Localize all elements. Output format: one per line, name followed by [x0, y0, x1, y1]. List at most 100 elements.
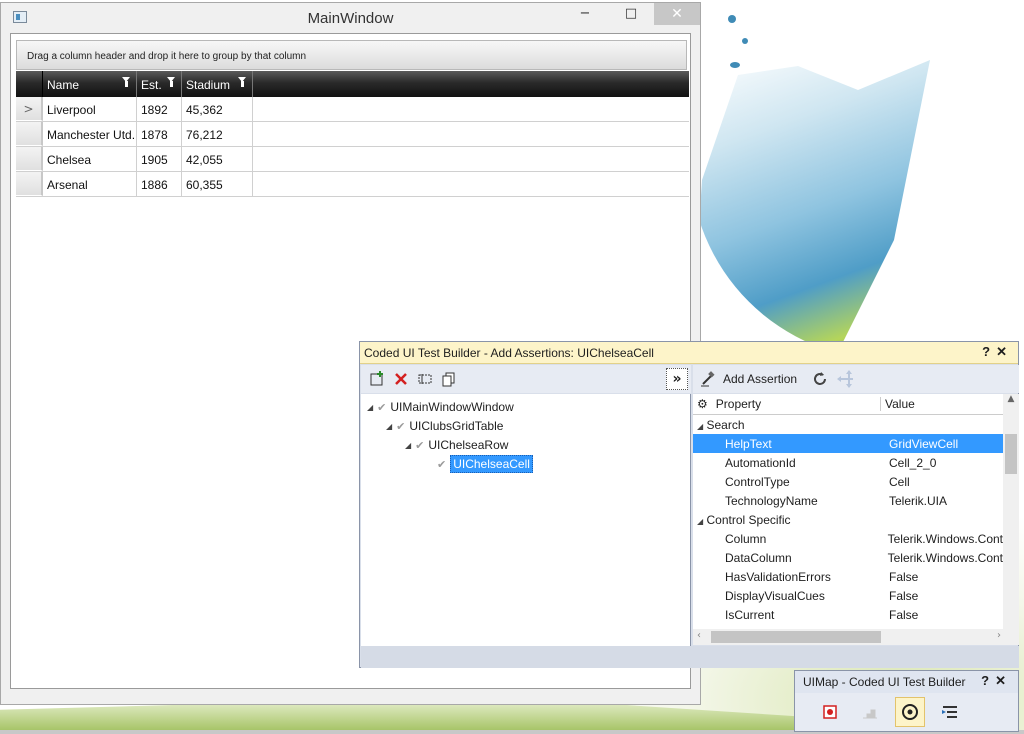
horizontal-scrollbar[interactable]: ‹ ›	[693, 629, 1019, 645]
close-button[interactable]: ✕	[995, 673, 1012, 688]
property-row[interactable]: HasValidationErrors False	[693, 567, 1003, 586]
filter-icon[interactable]	[238, 77, 247, 87]
record-icon[interactable]	[815, 697, 845, 727]
property-row[interactable]: ControlType Cell	[693, 472, 1003, 491]
collapse-triangle-icon[interactable]: ◢	[367, 403, 373, 412]
help-button[interactable]: ?	[981, 673, 995, 688]
scroll-up-icon[interactable]: ▲	[1003, 394, 1019, 404]
table-row[interactable]: Manchester Utd. 1878 76,212	[16, 122, 689, 147]
column-header-stadium[interactable]: Stadium	[182, 71, 253, 97]
cell-stadium[interactable]: 45,362	[182, 97, 253, 121]
property-category[interactable]: ◢ Control Specific	[693, 510, 1003, 529]
scroll-left-icon[interactable]: ‹	[697, 630, 701, 641]
property-name[interactable]: AutomationId	[693, 456, 889, 470]
property-name[interactable]: TechnologyName	[693, 494, 889, 508]
property-column-header[interactable]: Property	[716, 397, 761, 411]
close-button[interactable]: ✕	[654, 3, 700, 25]
copy-icon[interactable]	[440, 370, 458, 388]
collapse-triangle-icon[interactable]: ◢	[405, 441, 411, 450]
steps-icon[interactable]	[855, 697, 885, 727]
row-indicator[interactable]	[16, 147, 43, 171]
tree-node[interactable]: ◢ ✔ UIClubsGridTable	[386, 417, 503, 435]
add-assertion-icon[interactable]	[699, 370, 717, 388]
tree-node[interactable]: ◢ ✔ UIChelseaRow	[405, 436, 508, 454]
filter-icon[interactable]	[167, 77, 176, 87]
property-value[interactable]: False	[889, 570, 918, 584]
tree-node-label[interactable]: UIMainWindowWindow	[390, 400, 513, 414]
delete-icon[interactable]	[392, 370, 410, 388]
tree-node[interactable]: ✔ UIChelseaCell	[437, 455, 533, 473]
property-name[interactable]: IsCurrent	[693, 608, 889, 622]
title-bar[interactable]: MainWindow − □ ✕	[1, 3, 700, 33]
column-header-name[interactable]: Name	[43, 71, 137, 97]
value-column-header[interactable]: Value	[881, 397, 915, 411]
property-row[interactable]: HelpText GridViewCell	[693, 434, 1003, 453]
scrollbar-thumb[interactable]	[1005, 434, 1017, 474]
property-value[interactable]: False	[889, 589, 918, 603]
cell-name[interactable]: Manchester Utd.	[43, 122, 137, 146]
table-row[interactable]: Arsenal 1886 60,355	[16, 172, 689, 197]
cell-est[interactable]: 1905	[137, 147, 182, 171]
property-row[interactable]: AutomationId Cell_2_0	[693, 453, 1003, 472]
settings-gear-icon[interactable]: ⚙	[697, 397, 708, 411]
property-value[interactable]: Cell	[889, 475, 910, 489]
cell-est[interactable]: 1892	[137, 97, 182, 121]
refresh-icon[interactable]	[811, 370, 829, 388]
scroll-right-icon[interactable]: ›	[997, 630, 1001, 641]
expand-properties-button[interactable]: »	[666, 368, 688, 390]
property-value[interactable]: GridViewCell	[889, 437, 958, 451]
property-row[interactable]: TechnologyName Telerik.UIA	[693, 491, 1003, 510]
cell-est[interactable]: 1878	[137, 122, 182, 146]
cell-name[interactable]: Arsenal	[43, 172, 137, 196]
property-row[interactable]: Column Telerik.Windows.Cont	[693, 529, 1003, 548]
vertical-scrollbar[interactable]: ▲	[1003, 394, 1019, 629]
property-value[interactable]: False	[889, 608, 918, 622]
property-value[interactable]: Telerik.Windows.Cont	[888, 532, 1003, 546]
filter-icon[interactable]	[122, 77, 131, 87]
table-row[interactable]: Chelsea 1905 42,055	[16, 147, 689, 172]
maximize-button[interactable]: □	[608, 3, 654, 25]
group-panel[interactable]: Drag a column header and drop it here to…	[16, 40, 687, 70]
cell-est[interactable]: 1886	[137, 172, 182, 196]
collapse-triangle-icon[interactable]: ◢	[386, 422, 392, 431]
tree-node-label[interactable]: UIClubsGridTable	[409, 419, 503, 433]
row-indicator[interactable]: >	[16, 97, 43, 121]
rename-icon[interactable]	[416, 370, 434, 388]
table-row[interactable]: > Liverpool 1892 45,362	[16, 97, 689, 122]
generate-code-icon[interactable]	[935, 697, 965, 727]
cell-stadium[interactable]: 42,055	[182, 147, 253, 171]
cell-stadium[interactable]: 60,355	[182, 172, 253, 196]
add-control-icon[interactable]	[368, 370, 386, 388]
property-row[interactable]: DataColumn Telerik.Windows.Cont	[693, 548, 1003, 567]
crosshair-target-icon[interactable]	[895, 697, 925, 727]
property-name[interactable]: DataColumn	[693, 551, 888, 565]
cell-name[interactable]: Chelsea	[43, 147, 137, 171]
property-name[interactable]: Column	[693, 532, 888, 546]
row-indicator[interactable]	[16, 122, 43, 146]
tree-node-label[interactable]: UIChelseaCell	[450, 455, 533, 473]
minimize-button[interactable]: −	[562, 3, 608, 25]
uimap-title-bar[interactable]: UIMap - Coded UI Test Builder ?✕	[795, 671, 1018, 693]
property-name[interactable]: HasValidationErrors	[693, 570, 889, 584]
help-button[interactable]: ?	[982, 344, 996, 359]
row-indicator[interactable]	[16, 172, 43, 196]
add-assertion-button[interactable]: Add Assertion	[723, 372, 797, 386]
collapse-triangle-icon[interactable]: ◢	[697, 422, 703, 431]
tree-node-label[interactable]: UIChelseaRow	[428, 438, 508, 452]
collapse-triangle-icon[interactable]: ◢	[697, 517, 703, 526]
move-icon[interactable]	[835, 370, 854, 388]
property-name[interactable]: DisplayVisualCues	[693, 589, 889, 603]
property-row[interactable]: DisplayVisualCues False	[693, 586, 1003, 605]
property-value[interactable]: Telerik.UIA	[889, 494, 947, 508]
scrollbar-thumb[interactable]	[711, 631, 881, 643]
property-value[interactable]: Telerik.Windows.Cont	[888, 551, 1003, 565]
property-row[interactable]: IsCurrent False	[693, 605, 1003, 624]
property-name[interactable]: HelpText	[693, 437, 889, 451]
property-category[interactable]: ◢ Search	[693, 415, 1003, 434]
test-builder-title-bar[interactable]: Coded UI Test Builder - Add Assertions: …	[360, 342, 1018, 364]
property-value[interactable]: Cell_2_0	[889, 456, 936, 470]
property-name[interactable]: ControlType	[693, 475, 889, 489]
tree-node[interactable]: ◢ ✔ UIMainWindowWindow	[367, 398, 514, 416]
column-header-est[interactable]: Est.	[137, 71, 182, 97]
cell-stadium[interactable]: 76,212	[182, 122, 253, 146]
